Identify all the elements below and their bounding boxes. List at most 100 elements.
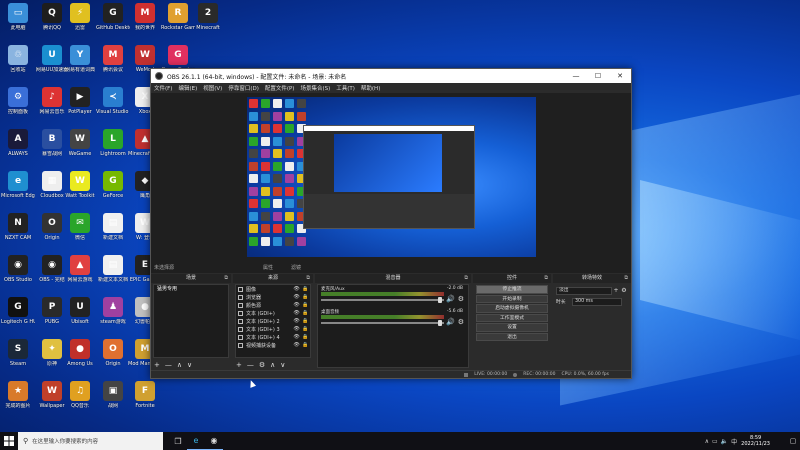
eye-icon[interactable]: 👁 — [292, 302, 301, 308]
desktop-shortcut[interactable]: 2 Minecraft — [191, 3, 225, 44]
lock-icon[interactable]: 🔒 — [301, 310, 310, 316]
eye-icon[interactable]: 👁 — [292, 342, 301, 348]
volume-slider-handle[interactable] — [438, 320, 442, 326]
clock[interactable]: 8:59 2022/11/23 — [741, 435, 770, 447]
eye-icon[interactable]: 👁 — [292, 294, 301, 300]
eye-icon[interactable]: 👁 — [292, 326, 301, 332]
desktop-shortcut[interactable]: M 腾讯会议 — [96, 45, 130, 86]
desktop-shortcut[interactable]: ◉ OBS Studio — [1, 255, 35, 296]
speaker-icon[interactable]: 🔊 — [446, 318, 455, 326]
start-button[interactable] — [0, 432, 18, 450]
source-item[interactable]: 文本 (GDI+) 👁 🔒 — [236, 309, 310, 317]
source-item[interactable]: 文本 (GDI+) 4 👁 🔒 — [236, 333, 310, 341]
volume-slider[interactable] — [321, 322, 444, 324]
dock-close-icon[interactable]: ⧉ — [224, 274, 228, 283]
scene-item[interactable]: 猛男专用 — [154, 285, 228, 293]
remove-scene-button[interactable]: — — [165, 361, 172, 369]
lock-icon[interactable]: 🔒 — [301, 342, 310, 348]
preview-canvas[interactable] — [247, 97, 536, 257]
source-item[interactable]: 文本 (GDI+) 2 👁 🔒 — [236, 317, 310, 325]
close-button[interactable]: ✕ — [609, 72, 631, 80]
desktop-shortcut[interactable]: ♫ QQ音乐 — [63, 381, 97, 422]
desktop-shortcut[interactable]: ● Among Us — [63, 339, 97, 380]
eye-icon[interactable]: 👁 — [292, 286, 301, 292]
move-scene-up-button[interactable]: ∧ — [177, 361, 182, 369]
desktop-shortcut[interactable]: W Watt Toolkit — [63, 171, 97, 212]
desktop-shortcut[interactable]: R Rockstar Games — [161, 3, 195, 44]
desktop-shortcut[interactable]: S Steam — [1, 339, 35, 380]
desktop-shortcut[interactable]: ▶ PotPlayer — [63, 87, 97, 128]
lock-icon[interactable]: 🔒 — [301, 334, 310, 340]
speaker-icon[interactable]: 🔊 — [446, 295, 455, 303]
desktop-shortcut[interactable]: ▭ 此电脑 — [1, 3, 35, 44]
desktop-shortcut[interactable]: G GitHub Desktop — [96, 3, 130, 44]
add-source-button[interactable]: + — [236, 361, 242, 369]
notification-icon[interactable]: ▢ — [786, 432, 800, 450]
desktop-shortcut[interactable]: ⚙ 控制面板 — [1, 87, 35, 128]
start-recording-button[interactable]: 开始录制 — [476, 294, 548, 303]
source-properties-button[interactable]: ⚙ — [259, 361, 265, 369]
desktop-shortcut[interactable]: M 我的世界 — [128, 3, 162, 44]
menu-tools[interactable]: 工具(T) — [336, 84, 355, 92]
lock-icon[interactable]: 🔒 — [301, 318, 310, 324]
source-item[interactable]: 图像 👁 🔒 — [236, 285, 310, 293]
desktop-shortcut[interactable]: F Fortnite — [128, 381, 162, 422]
eye-icon[interactable]: 👁 — [292, 334, 301, 340]
start-virtual-camera-button[interactable]: 启动虚拟摄像机 — [476, 304, 548, 313]
menu-edit[interactable]: 编辑(E) — [178, 84, 197, 92]
dock-close-icon[interactable]: ⧉ — [624, 274, 628, 283]
desktop-shortcut[interactable]: O Origin — [96, 339, 130, 380]
source-item[interactable]: 文本 (GDI+) 3 👁 🔒 — [236, 325, 310, 333]
desktop-shortcut[interactable]: ▤ 新建文档 — [96, 213, 130, 254]
stop-streaming-button[interactable]: 停止推流 — [476, 285, 548, 294]
add-scene-button[interactable]: + — [154, 361, 160, 369]
desktop-shortcut[interactable]: ♲ 回收站 — [1, 45, 35, 86]
transition-type-select[interactable]: 淡出 — [556, 286, 612, 295]
move-source-up-button[interactable]: ∧ — [270, 361, 275, 369]
menu-docks[interactable]: 停靠窗口(D) — [228, 84, 259, 92]
source-item[interactable]: 浏览器 👁 🔒 — [236, 293, 310, 301]
desktop-shortcut[interactable]: Y 网易有道词典 — [63, 45, 97, 86]
desktop-shortcut[interactable]: e Microsoft Edge — [1, 171, 35, 212]
chevron-up-icon[interactable]: ∧ — [705, 438, 709, 445]
desktop-shortcut[interactable]: W WeGame — [63, 129, 97, 170]
task-view-icon[interactable]: ❐ — [169, 432, 187, 450]
desktop-shortcut[interactable]: ▲ 网易云游戏 — [63, 255, 97, 296]
desktop-shortcut[interactable]: ▤ 新建文本文档 — [96, 255, 130, 296]
gear-icon[interactable]: ⚙ — [458, 318, 464, 326]
desktop-shortcut[interactable]: N NZXT CAM — [1, 213, 35, 254]
ime-icon[interactable]: 中 — [731, 437, 737, 446]
desktop-shortcut[interactable]: ⚡ 迅雷 — [63, 3, 97, 44]
obs-titlebar[interactable]: OBS 26.1.1 (64-bit, windows) - 配置文件: 未命名… — [151, 69, 631, 83]
desktop-shortcut[interactable]: G Logitech G HUB — [1, 297, 35, 338]
dock-close-icon[interactable]: ⧉ — [544, 274, 548, 283]
minimize-button[interactable]: — — [565, 72, 587, 80]
edge-taskbar-icon[interactable]: e — [187, 432, 205, 450]
obs-taskbar-icon[interactable]: ◉ — [205, 432, 223, 450]
maximize-button[interactable]: ☐ — [587, 72, 609, 80]
desktop-shortcut[interactable]: ★ 完成的图片 — [1, 381, 35, 422]
transition-gear-icon[interactable]: ⚙ — [620, 287, 628, 294]
network-icon[interactable]: ▭ — [712, 438, 718, 445]
eye-icon[interactable]: 👁 — [292, 318, 301, 324]
remove-source-button[interactable]: — — [247, 361, 254, 369]
lock-icon[interactable]: 🔒 — [301, 326, 310, 332]
desktop-shortcut[interactable]: ♟ steam游戏 — [96, 297, 130, 338]
lock-icon[interactable]: 🔒 — [301, 286, 310, 292]
studio-mode-button[interactable]: 工作室模式 — [476, 313, 548, 322]
menu-profile[interactable]: 配置文件(P) — [265, 84, 295, 92]
dock-close-icon[interactable]: ⧉ — [464, 274, 468, 283]
menu-file[interactable]: 文件(F) — [154, 84, 172, 92]
volume-slider[interactable] — [321, 299, 444, 301]
lock-icon[interactable]: 🔒 — [301, 294, 310, 300]
desktop-shortcut[interactable]: G GeForce — [96, 171, 130, 212]
move-scene-down-button[interactable]: ∨ — [187, 361, 192, 369]
add-transition-button[interactable]: + — [612, 287, 620, 294]
move-source-down-button[interactable]: ∨ — [280, 361, 285, 369]
desktop-shortcut[interactable]: U Ubisoft — [63, 297, 97, 338]
desktop-shortcut[interactable]: ▣ 战网 — [96, 381, 130, 422]
volume-icon[interactable]: 🔈 — [721, 438, 728, 445]
source-item[interactable]: 视频捕获设备 👁 🔒 — [236, 341, 310, 349]
properties-button[interactable]: 属性 — [263, 264, 273, 271]
volume-slider-handle[interactable] — [438, 297, 442, 303]
